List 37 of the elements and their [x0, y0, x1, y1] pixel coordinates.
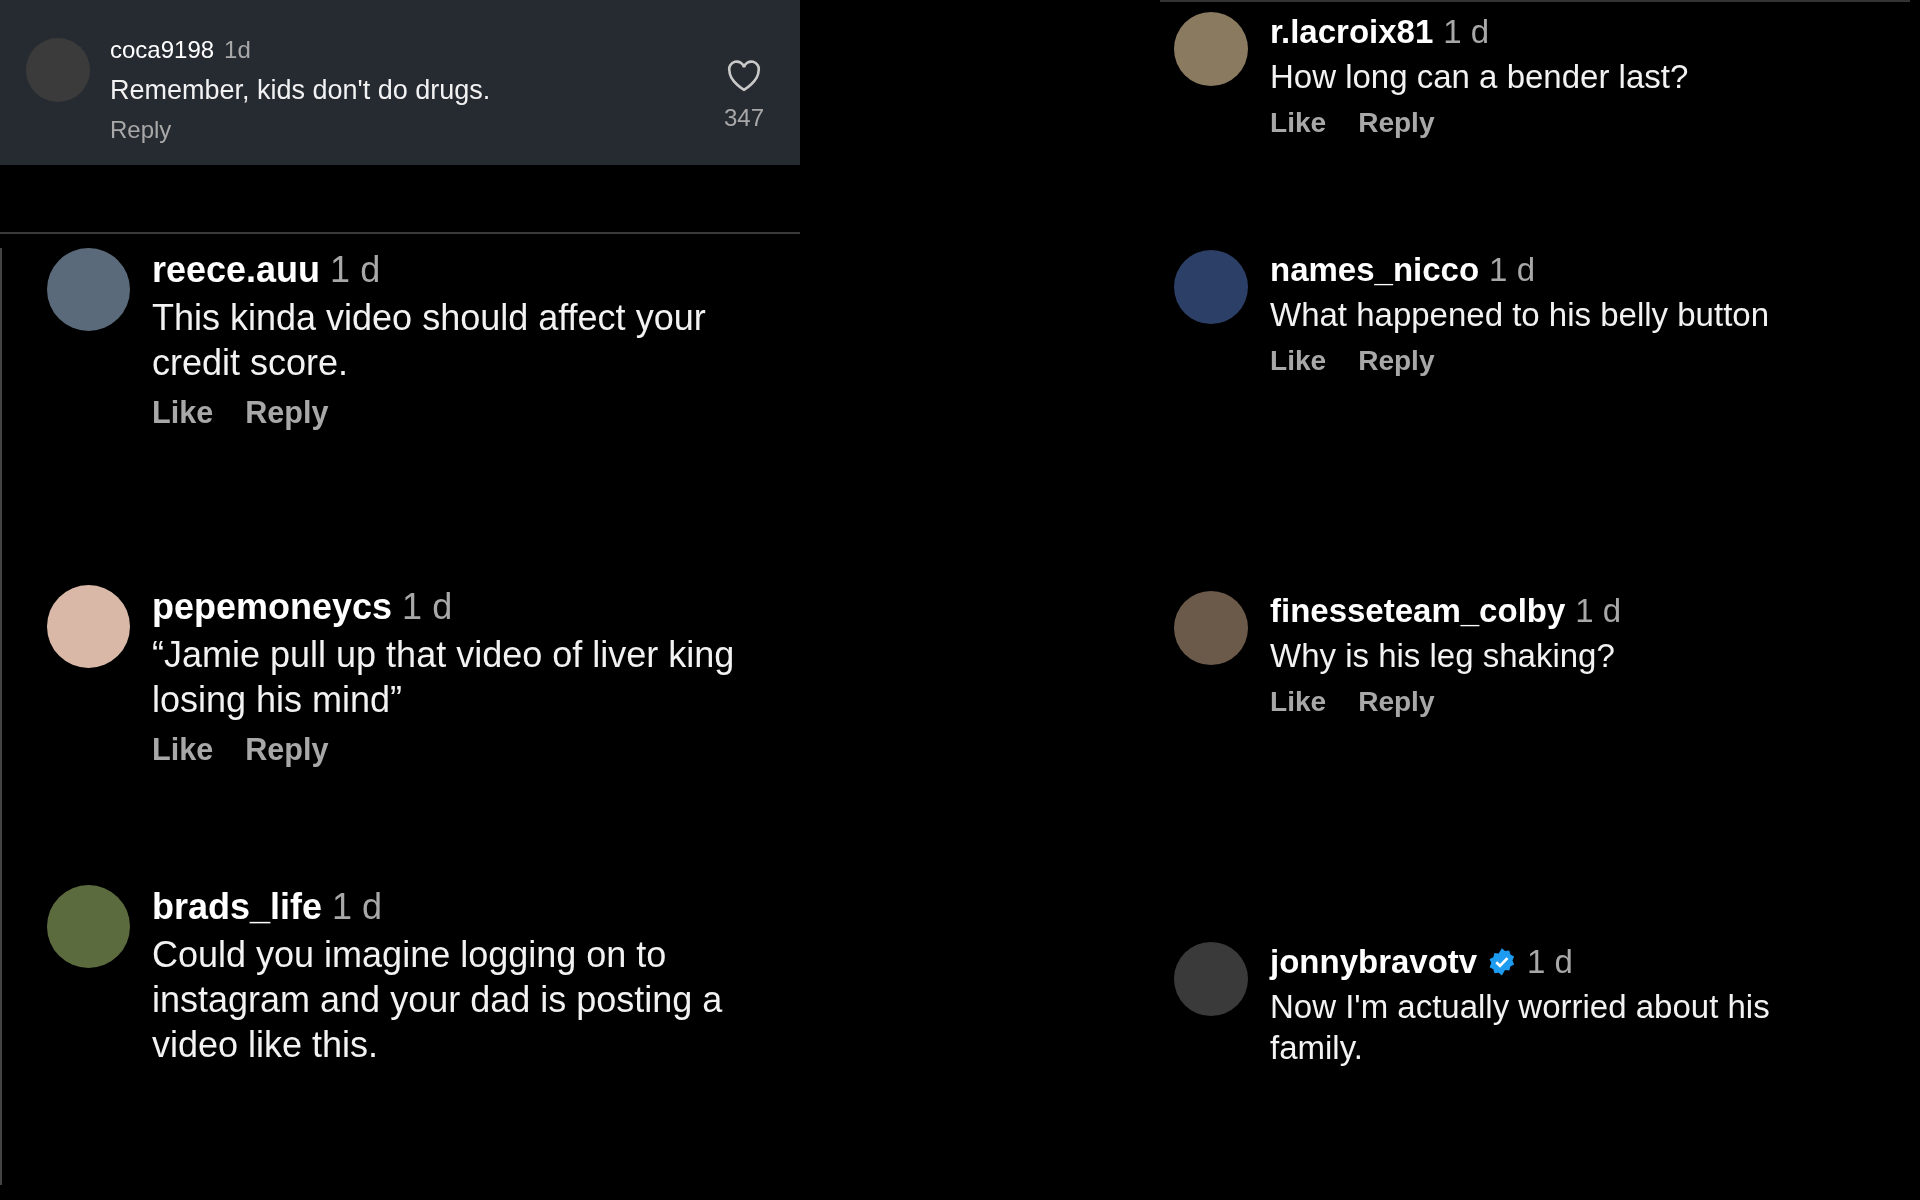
like-link[interactable]: Like: [152, 395, 214, 431]
comment-text: “Jamie pull up that video of liver king losing his mind”: [152, 633, 736, 723]
like-count: 347: [723, 104, 764, 132]
username: jonnybravotv: [1270, 942, 1478, 982]
comment-time: 1 d: [332, 885, 383, 929]
reply-link[interactable]: Reply: [245, 732, 329, 768]
comment-time: 1 d: [1575, 591, 1622, 631]
reply-link[interactable]: Reply: [1358, 685, 1435, 718]
username: reece.auu: [152, 248, 321, 292]
comment-time: 1 d: [330, 248, 381, 292]
comment-time: 1 d: [402, 585, 453, 629]
comment-time: 1d: [224, 36, 251, 65]
username: brads_life: [152, 885, 323, 929]
username: finesseteam_colby: [1270, 591, 1566, 631]
username: names_nicco: [1270, 250, 1480, 290]
like-link[interactable]: Like: [152, 732, 214, 768]
reply-link[interactable]: Reply: [110, 116, 172, 144]
username: pepemoneycs: [152, 585, 393, 629]
comment-text: Could you imagine logging on to instagram and your dad is posting a video like this.: [152, 933, 724, 1068]
comment-time: 1 d: [1443, 12, 1490, 52]
like-link[interactable]: Like: [1270, 106, 1327, 139]
comment-text: Now I'm actually worried about his family.: [1270, 986, 1771, 1068]
comment-text: Why is his leg shaking?: [1270, 635, 1616, 676]
like-link[interactable]: Like: [1270, 685, 1327, 718]
like-link[interactable]: Like: [1270, 344, 1327, 377]
heart-icon[interactable]: [725, 60, 762, 92]
reply-link[interactable]: Reply: [245, 395, 329, 431]
reply-link[interactable]: Reply: [1358, 344, 1435, 377]
comment-text: This kinda video should affect your credit score.: [152, 296, 707, 386]
comment-time: 1 d: [1526, 942, 1573, 982]
reply-link[interactable]: Reply: [1358, 106, 1435, 139]
username: coca9198: [110, 36, 215, 65]
comment-text: What happened to his belly button: [1270, 294, 1770, 335]
comment-text: How long can a bender last?: [1270, 56, 1690, 97]
comment-time: 1 d: [1489, 250, 1535, 290]
username: r.lacroix81: [1270, 12, 1434, 52]
comment-text: Remember, kids don't do drugs.: [110, 73, 492, 107]
